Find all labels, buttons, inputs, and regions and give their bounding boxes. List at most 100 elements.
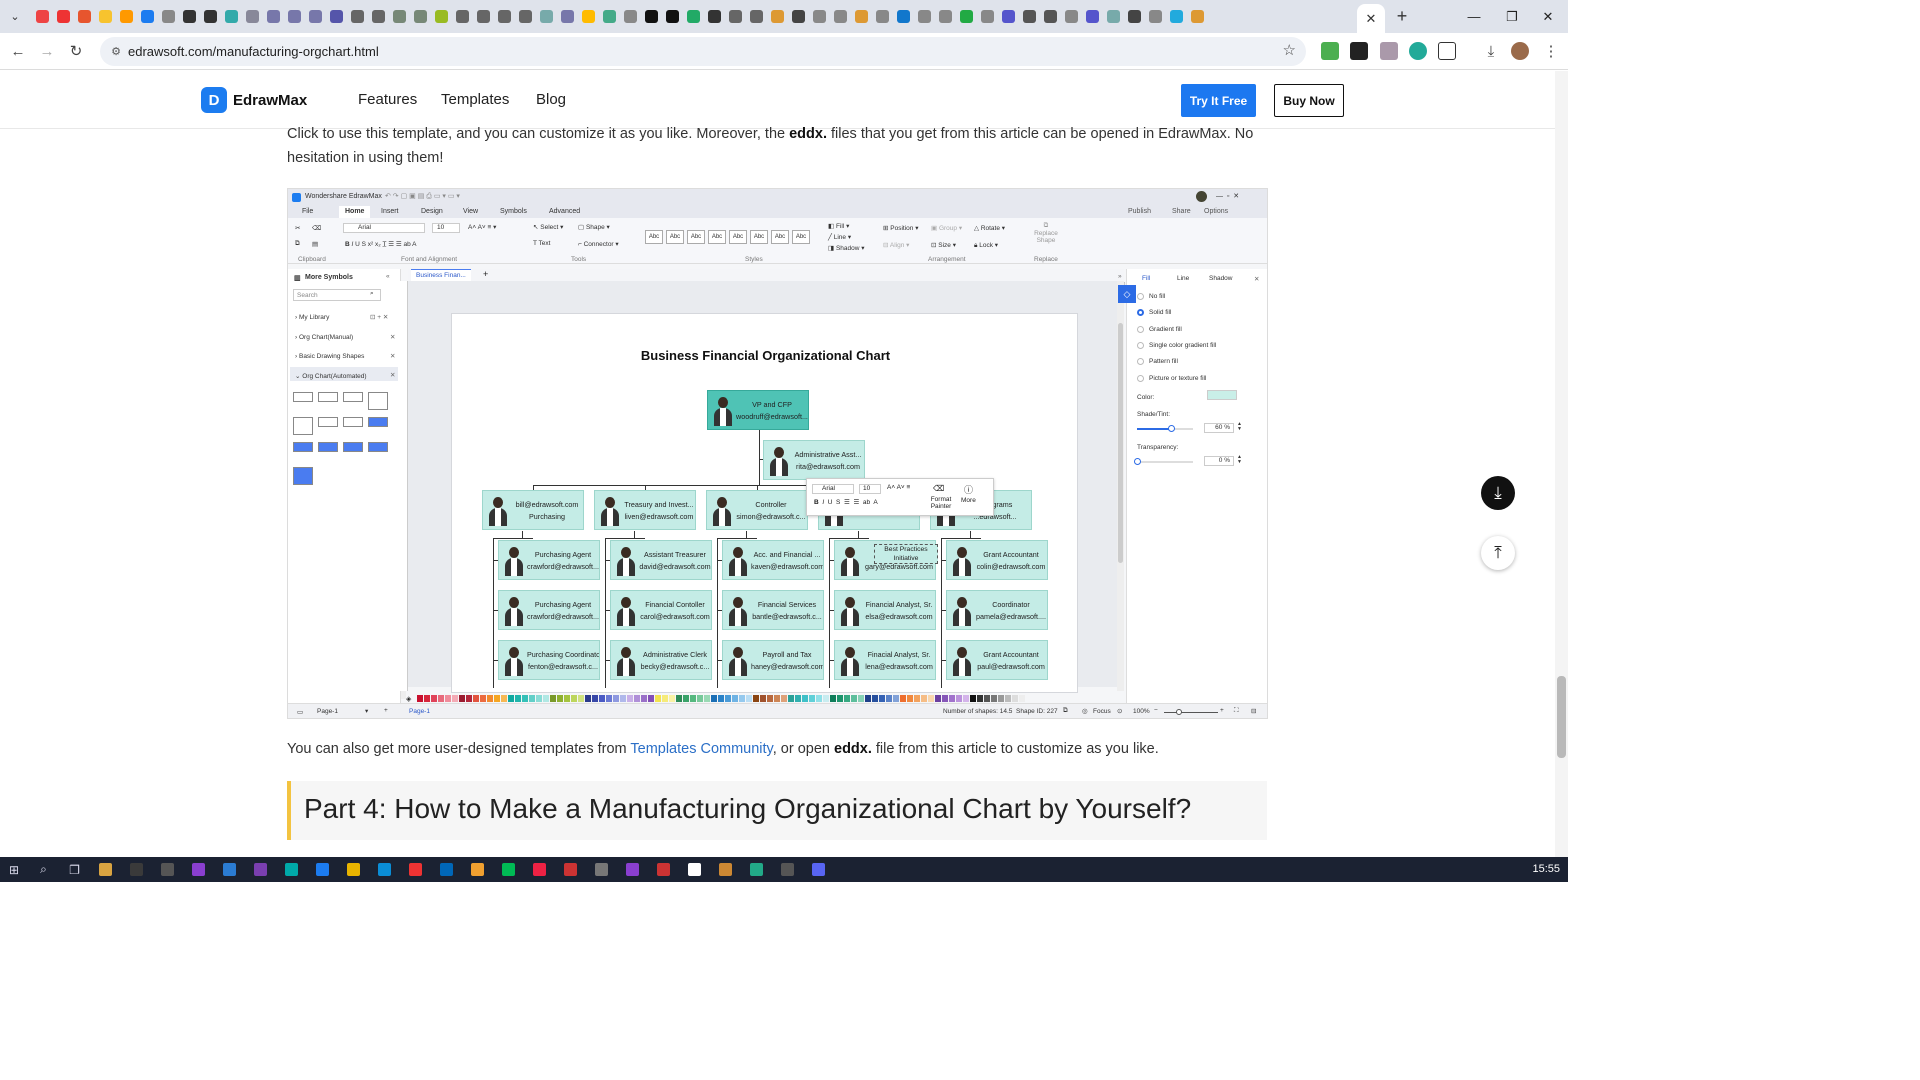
org-chart-symbol[interactable] xyxy=(318,442,338,452)
font-select[interactable]: Arial xyxy=(343,223,425,233)
palette-swatch[interactable] xyxy=(571,695,577,702)
tab-favicon-icon[interactable] xyxy=(1145,0,1166,33)
tab-favicon-icon[interactable] xyxy=(557,0,578,33)
more-symbols-title[interactable]: More Symbols xyxy=(305,274,353,281)
taskbar-app-icon[interactable] xyxy=(183,857,214,882)
palette-swatch[interactable] xyxy=(641,695,647,702)
line-tab[interactable]: Line xyxy=(1177,275,1189,282)
site-logo[interactable]: D EdrawMax xyxy=(201,87,307,113)
palette-swatch[interactable] xyxy=(683,695,689,702)
tab-favicon-icon[interactable] xyxy=(305,0,326,33)
page-scroll-thumb[interactable] xyxy=(1557,676,1566,758)
palette-swatch[interactable] xyxy=(921,695,927,702)
radio-button[interactable] xyxy=(1137,309,1144,317)
tab-favicon-icon[interactable] xyxy=(851,0,872,33)
library-item[interactable]: › Basic Drawing Shapes xyxy=(295,353,364,360)
palette-swatch[interactable] xyxy=(431,695,437,702)
tab-favicon-icon[interactable] xyxy=(1061,0,1082,33)
fullscreen-icon[interactable]: ⊟ xyxy=(1251,707,1256,715)
zoom-out-icon[interactable]: − xyxy=(1154,707,1158,714)
focus-label[interactable]: Focus xyxy=(1093,708,1111,715)
tab-favicon-icon[interactable] xyxy=(1166,0,1187,33)
color-swatch[interactable] xyxy=(1207,390,1237,400)
tab-favicon-icon[interactable] xyxy=(1040,0,1061,33)
minimize-icon[interactable]: — xyxy=(1454,0,1494,33)
palette-swatch[interactable] xyxy=(620,695,626,702)
font-grow-icons[interactable]: A˄ A˅ ≡ ▾ xyxy=(468,223,496,231)
tab-favicon-icon[interactable] xyxy=(368,0,389,33)
palette-swatch[interactable] xyxy=(844,695,850,702)
menu-symbols[interactable]: Symbols xyxy=(500,208,527,215)
org-chart-symbol[interactable] xyxy=(343,442,363,452)
taskbar-app-icon[interactable] xyxy=(338,857,369,882)
tab-favicon-icon[interactable] xyxy=(347,0,368,33)
palette-swatch[interactable] xyxy=(879,695,885,702)
palette-swatch[interactable] xyxy=(536,695,542,702)
format-icon[interactable]: ⌫ xyxy=(312,224,321,232)
palette-swatch[interactable] xyxy=(802,695,808,702)
extension-icon[interactable] xyxy=(1409,42,1427,60)
palette-swatch[interactable] xyxy=(851,695,857,702)
tab-favicon-icon[interactable] xyxy=(704,0,725,33)
tab-favicon-icon[interactable] xyxy=(536,0,557,33)
add-page-icon[interactable]: + xyxy=(483,269,488,279)
palette-swatch[interactable] xyxy=(648,695,654,702)
palette-swatch[interactable] xyxy=(991,695,997,702)
org-node[interactable]: Treasury and Invest... liven@edrawsoft.co… xyxy=(594,490,696,530)
tab-favicon-icon[interactable] xyxy=(620,0,641,33)
bookmark-star-icon[interactable]: ☆ xyxy=(1283,41,1296,59)
profile-avatar[interactable] xyxy=(1511,42,1529,60)
palette-swatch[interactable] xyxy=(711,695,717,702)
back-to-top-icon[interactable]: ⤒ xyxy=(1481,536,1515,570)
back-icon[interactable]: ← xyxy=(7,40,29,62)
taskbar-app-icon[interactable] xyxy=(307,857,338,882)
transparency-slider-knob[interactable] xyxy=(1134,458,1141,465)
close-tab-icon[interactable]: ✕ xyxy=(1366,11,1377,27)
page-layout-icon[interactable]: ▭ xyxy=(297,708,303,716)
taskbar-app-icon[interactable] xyxy=(679,857,710,882)
symbol-search-input[interactable]: Search xyxy=(293,289,381,301)
taskbar-app-icon[interactable] xyxy=(369,857,400,882)
org-node[interactable]: Grant Accountant paul@edrawsoft.com xyxy=(946,640,1048,680)
palette-swatch[interactable] xyxy=(865,695,871,702)
org-node[interactable]: Financial Analyst, Sr. elsa@edrawsoft.com xyxy=(834,590,936,630)
tab-favicon-icon[interactable] xyxy=(53,0,74,33)
collapse-panel-icon[interactable]: « xyxy=(386,273,390,280)
fill-tab[interactable]: Fill xyxy=(1142,275,1150,282)
site-info-icon[interactable]: ⚙ xyxy=(108,43,124,59)
palette-swatch[interactable] xyxy=(550,695,556,702)
active-tab[interactable]: ✕ xyxy=(1357,4,1385,33)
text-editing-box[interactable]: Best Practices Initiative xyxy=(874,544,938,564)
extensions-puzzle-icon[interactable] xyxy=(1438,42,1456,60)
taskbar-app-icon[interactable] xyxy=(586,857,617,882)
menu-home[interactable]: Home xyxy=(339,206,371,218)
fill-option[interactable]: No fill xyxy=(1137,293,1165,300)
style-preset[interactable]: Abc xyxy=(708,230,726,244)
tab-favicon-icon[interactable] xyxy=(788,0,809,33)
search-icon[interactable]: ⌕ xyxy=(28,857,59,882)
taskbar-app-icon[interactable] xyxy=(803,857,834,882)
palette-swatch[interactable] xyxy=(963,695,969,702)
fit-page-icon[interactable]: ⛶ xyxy=(1234,707,1239,715)
palette-swatch[interactable] xyxy=(438,695,444,702)
zoom-value[interactable]: 100% xyxy=(1133,708,1150,715)
org-chart-symbol[interactable] xyxy=(368,392,388,410)
palette-swatch[interactable] xyxy=(529,695,535,702)
transparency-stepper-icon[interactable]: ▲ ▼ xyxy=(1237,455,1242,465)
palette-swatch[interactable] xyxy=(1019,695,1025,702)
radio-button[interactable] xyxy=(1137,325,1144,333)
templates-community-link[interactable]: Templates Community xyxy=(630,741,772,757)
radio-button[interactable] xyxy=(1137,341,1144,349)
taskbar-app-icon[interactable] xyxy=(152,857,183,882)
reload-icon[interactable]: ↻ xyxy=(65,40,87,62)
style-preset[interactable]: Abc xyxy=(750,230,768,244)
palette-swatch[interactable] xyxy=(984,695,990,702)
publish-menu[interactable]: Publish xyxy=(1128,208,1151,215)
palette-swatch[interactable] xyxy=(725,695,731,702)
cut-icon[interactable]: ✂ xyxy=(295,224,300,232)
url-text[interactable]: edrawsoft.com/manufacturing-orgchart.htm… xyxy=(128,44,379,59)
tab-favicon-icon[interactable] xyxy=(683,0,704,33)
palette-swatch[interactable] xyxy=(697,695,703,702)
shape-tool[interactable]: ▢ Shape ▾ xyxy=(578,223,610,231)
palette-swatch[interactable] xyxy=(669,695,675,702)
